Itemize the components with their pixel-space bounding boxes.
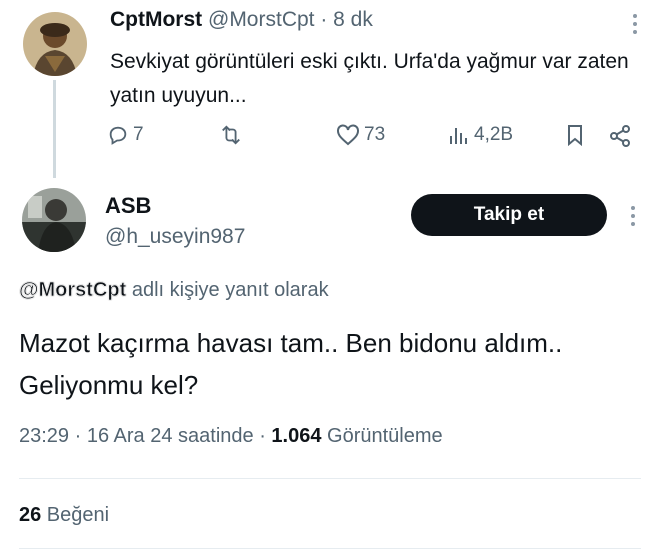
- tweet-meta: 23:29 · 16 Ara 24 saatinde · 1.064 Görün…: [19, 425, 443, 448]
- share-icon: [610, 125, 630, 147]
- reply-icon: [109, 126, 127, 145]
- tweet-text: Sevkiyat görüntüleri eski çıktı. Urfa'da…: [110, 50, 629, 107]
- bookmark-icon: [568, 125, 582, 146]
- bookmark-button[interactable]: [565, 124, 585, 146]
- reply-count: 7: [133, 124, 144, 145]
- tweet-text: Mazot kaçırma havası tam.. Ben bidonu al…: [19, 328, 563, 400]
- divider: [19, 548, 641, 549]
- share-button[interactable]: [608, 124, 632, 148]
- tweet1-header: CptMorst @MorstCpt · 8 dk: [110, 8, 373, 32]
- like-count: 73: [364, 124, 386, 145]
- views-icon: [450, 128, 467, 144]
- like-button[interactable]: 73: [336, 124, 385, 146]
- handle[interactable]: @MorstCpt: [208, 8, 315, 31]
- view-label: Görüntüleme: [321, 425, 443, 447]
- reply-button[interactable]: 7: [107, 124, 144, 146]
- more-icon[interactable]: [630, 206, 636, 230]
- display-name[interactable]: CptMorst: [110, 8, 202, 31]
- like-count: 26: [19, 504, 42, 526]
- retweet-button[interactable]: [218, 124, 248, 146]
- reply-mention-link[interactable]: @MorstCpt: [19, 279, 127, 302]
- tweet-actions: 7 73 4,2B: [0, 124, 661, 152]
- reply-suffix: adlı kişiye yanıt olarak: [126, 279, 329, 301]
- like-icon: [337, 124, 359, 146]
- retweet-icon: [222, 125, 240, 145]
- likes-summary[interactable]: 26 Beğeni: [19, 504, 109, 527]
- view-count: 1.064: [271, 425, 322, 447]
- divider: [19, 478, 641, 479]
- follow-button[interactable]: Takip et: [411, 194, 607, 236]
- views-button[interactable]: 4,2B: [448, 124, 513, 146]
- tweet-date: · 16 Ara 24 saatinde ·: [69, 425, 272, 447]
- avatar[interactable]: [23, 12, 87, 76]
- more-icon[interactable]: [632, 14, 638, 38]
- avatar[interactable]: [22, 188, 86, 252]
- handle[interactable]: @h_useyin987: [105, 225, 245, 249]
- tweet-time[interactable]: 23:29: [19, 425, 69, 447]
- timestamp[interactable]: · 8 dk: [320, 8, 373, 31]
- replying-to: @MorstCpt adlı kişiye yanıt olarak: [19, 279, 329, 302]
- like-label: Beğeni: [41, 504, 110, 526]
- views-count: 4,2B: [474, 124, 514, 145]
- display-name[interactable]: ASB: [105, 193, 151, 219]
